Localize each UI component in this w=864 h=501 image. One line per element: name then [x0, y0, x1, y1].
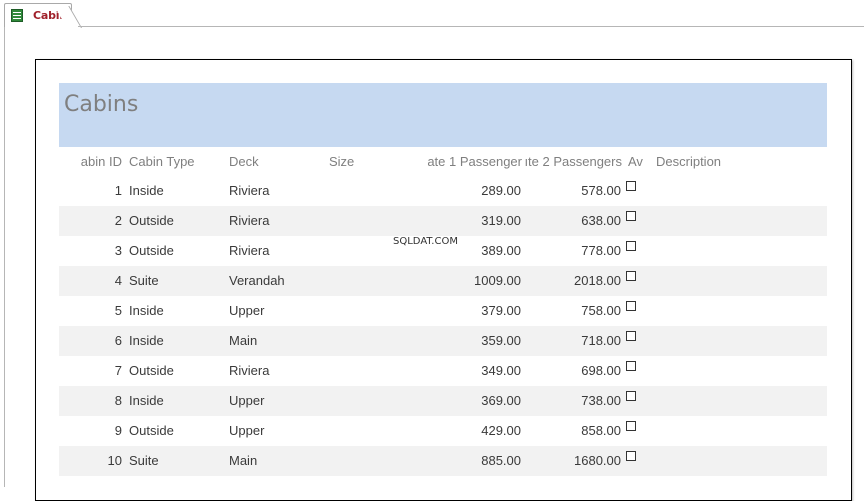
left-edge-line [4, 27, 5, 487]
table-row: 6 Inside Main 359.00 718.00 [59, 326, 827, 356]
rate-1-cell: 349.00 [481, 363, 521, 378]
report-rows: 1 Inside Riviera 289.00 578.00 2 Outside… [59, 176, 827, 476]
cabin-id-cell: 10 [107, 453, 122, 468]
rate-2-cell: 578.00 [581, 183, 621, 198]
rate-2-cell: 858.00 [581, 423, 621, 438]
rate-1-cell: 1009.00 [474, 273, 521, 288]
rate-1-cell: 429.00 [481, 423, 521, 438]
table-row: 10 Suite Main 885.00 1680.00 [59, 446, 827, 476]
column-header-available: Av [628, 154, 643, 169]
deck-cell: Riviera [229, 183, 270, 198]
cabin-type-cell: Inside [129, 303, 164, 318]
report-page: Cabins abin ID Cabin Type Deck Size ate … [35, 59, 852, 501]
table-row: 4 Suite Verandah 1009.00 2018.00 [59, 266, 827, 296]
deck-cell: Upper [229, 393, 265, 408]
document-tab-strip: Cabins [0, 0, 864, 27]
available-checkbox[interactable] [626, 421, 636, 431]
cabin-id-cell: 2 [114, 213, 122, 228]
available-checkbox[interactable] [626, 391, 636, 401]
cabin-type-cell: Inside [129, 183, 164, 198]
rate-1-cell: 359.00 [481, 333, 521, 348]
cabin-type-cell: Outside [129, 213, 174, 228]
deck-cell: Upper [229, 303, 265, 318]
available-checkbox[interactable] [626, 181, 636, 191]
report-title: Cabins [64, 92, 139, 117]
rate-2-cell: 778.00 [581, 243, 621, 258]
column-header-deck: Deck [229, 154, 259, 169]
rate-1-cell: 289.00 [481, 183, 521, 198]
cabin-type-cell: Outside [129, 423, 174, 438]
cabin-type-cell: Suite [129, 273, 159, 288]
rate-2-cell: 1680.00 [574, 453, 621, 468]
cabin-type-cell: Inside [129, 333, 164, 348]
column-header-rate-2-passengers: ıte 2 Passengers [524, 154, 622, 169]
report-header-band: Cabins [59, 83, 827, 147]
column-header-cabin-id: abin ID [80, 154, 122, 169]
table-row: 8 Inside Upper 369.00 738.00 [59, 386, 827, 416]
deck-cell: Main [229, 453, 258, 468]
column-header-size: Size [329, 154, 355, 169]
table-row: 7 Outside Riviera 349.00 698.00 [59, 356, 827, 386]
available-checkbox[interactable] [626, 301, 636, 311]
deck-cell: Riviera [229, 213, 270, 228]
table-row: 1 Inside Riviera 289.00 578.00 [59, 176, 827, 206]
cabin-id-cell: 3 [114, 243, 122, 258]
cabin-id-cell: 8 [114, 393, 122, 408]
cabin-id-cell: 4 [114, 273, 122, 288]
cabin-type-cell: Suite [129, 453, 159, 468]
rate-1-cell: 369.00 [481, 393, 521, 408]
deck-cell: Upper [229, 423, 265, 438]
available-checkbox[interactable] [626, 361, 636, 371]
available-checkbox[interactable] [626, 451, 636, 461]
report-icon [11, 9, 23, 22]
column-header-description: Description [656, 154, 722, 169]
available-checkbox[interactable] [626, 331, 636, 341]
table-row: 2 Outside Riviera 319.00 638.00 [59, 206, 827, 236]
cabin-id-cell: 6 [114, 333, 122, 348]
column-header-rate-1-passenger: ate 1 Passenger [427, 154, 522, 169]
rate-2-cell: 758.00 [581, 303, 621, 318]
rate-2-cell: 638.00 [581, 213, 621, 228]
deck-cell: Verandah [229, 273, 285, 288]
rate-1-cell: 319.00 [481, 213, 521, 228]
table-row: 9 Outside Upper 429.00 858.00 [59, 416, 827, 446]
watermark-text: SQLDAT.COM [393, 236, 458, 247]
deck-cell: Main [229, 333, 258, 348]
available-checkbox[interactable] [626, 211, 636, 221]
tab-cabins[interactable]: Cabins [4, 3, 74, 27]
rate-2-cell: 718.00 [581, 333, 621, 348]
cabin-id-cell: 1 [114, 183, 122, 198]
table-row: 5 Inside Upper 379.00 758.00 [59, 296, 827, 326]
rate-1-cell: 885.00 [481, 453, 521, 468]
deck-cell: Riviera [229, 363, 270, 378]
cabin-type-cell: Outside [129, 243, 174, 258]
rate-1-cell: 379.00 [481, 303, 521, 318]
column-header-cabin-type: Cabin Type [129, 154, 195, 169]
cabin-id-cell: 5 [114, 303, 122, 318]
available-checkbox[interactable] [626, 241, 636, 251]
cabin-type-cell: Inside [129, 393, 164, 408]
available-checkbox[interactable] [626, 271, 636, 281]
deck-cell: Riviera [229, 243, 270, 258]
cabin-id-cell: 7 [114, 363, 122, 378]
rate-2-cell: 2018.00 [574, 273, 621, 288]
tab-strip-divider [78, 26, 864, 27]
rate-2-cell: 698.00 [581, 363, 621, 378]
cabin-type-cell: Outside [129, 363, 174, 378]
rate-2-cell: 738.00 [581, 393, 621, 408]
tab-label: Cabins [33, 9, 74, 22]
cabin-id-cell: 9 [114, 423, 122, 438]
